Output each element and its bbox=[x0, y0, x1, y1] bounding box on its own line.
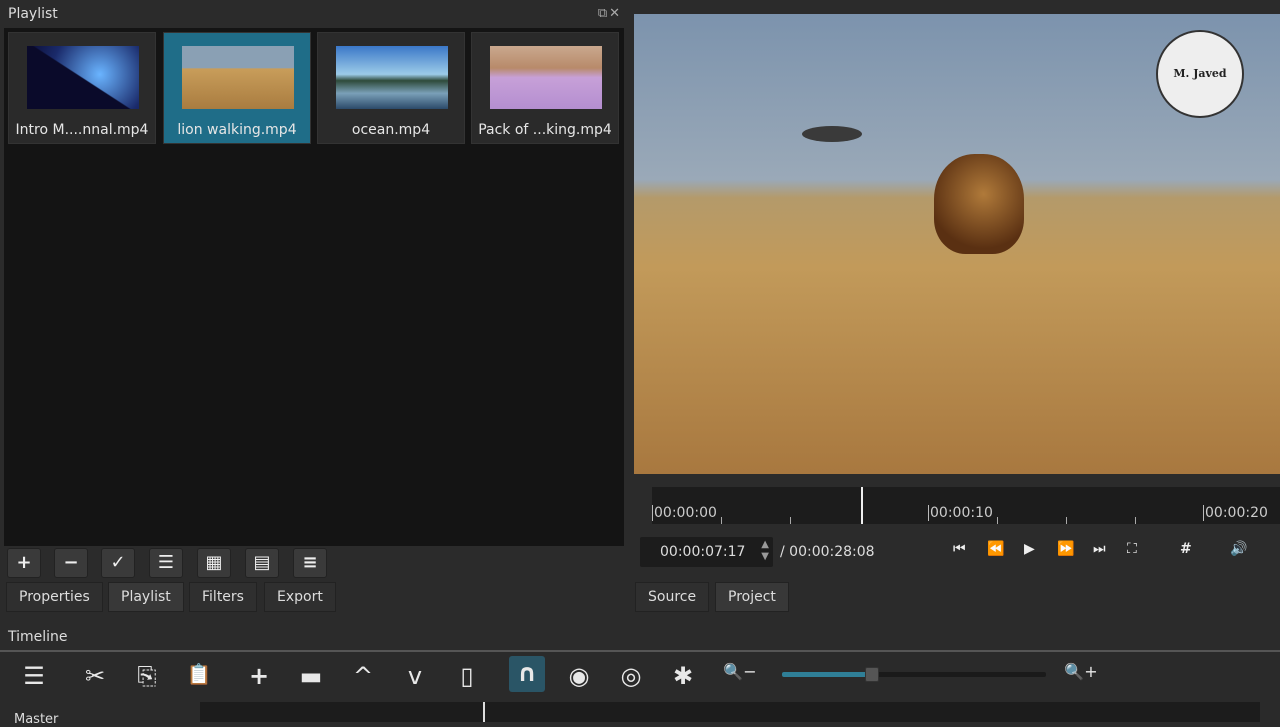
timeline-title: Timeline bbox=[8, 629, 68, 645]
tab-export[interactable]: Export bbox=[264, 582, 336, 612]
clip-thumbnail bbox=[27, 46, 139, 109]
scrub-icon[interactable]: ◉ bbox=[561, 662, 597, 690]
video-preview[interactable]: M. Javed bbox=[634, 14, 1280, 474]
tree-figure bbox=[802, 126, 862, 142]
split-icon[interactable]: ▯ bbox=[449, 662, 485, 690]
paste-icon[interactable]: 📋 bbox=[181, 662, 217, 686]
tab-filters[interactable]: Filters bbox=[189, 582, 257, 612]
zoom-in-icon[interactable]: 🔍+ bbox=[1063, 662, 1099, 681]
lion-figure bbox=[934, 154, 1024, 254]
clip-label: ocean.mp4 bbox=[351, 122, 431, 138]
playlist-area: Intro M....nnal.mp4 lion walking.mp4 oce… bbox=[4, 28, 624, 546]
channel-logo: M. Javed bbox=[1156, 30, 1244, 118]
play-button[interactable]: ▶ bbox=[1024, 541, 1035, 557]
update-button[interactable]: ✓ bbox=[101, 548, 135, 578]
player-ruler[interactable]: 00:00:00 00:00:10 00:00:20 bbox=[652, 487, 1280, 524]
playlist-clip[interactable]: Pack of ...king.mp4 bbox=[471, 32, 619, 144]
append-icon[interactable]: + bbox=[241, 662, 277, 690]
remove-button[interactable]: − bbox=[54, 548, 88, 578]
tiles-view-button[interactable]: ▦ bbox=[197, 548, 231, 578]
playhead[interactable] bbox=[861, 487, 863, 524]
icons-view-button[interactable]: ▤ bbox=[245, 548, 279, 578]
timeline-menu-icon[interactable]: ☰ bbox=[16, 662, 52, 690]
tab-playlist[interactable]: Playlist bbox=[108, 582, 184, 612]
timecode-spinner[interactable]: ▲ ▼ bbox=[761, 539, 769, 563]
ruler-label: 00:00:20 bbox=[1203, 505, 1268, 521]
tab-project[interactable]: Project bbox=[715, 582, 789, 612]
playlist-title: Playlist bbox=[8, 6, 58, 22]
playlist-clip[interactable]: Intro M....nnal.mp4 bbox=[8, 32, 156, 144]
rewind-button[interactable]: ⏪ bbox=[987, 541, 1004, 557]
tab-properties[interactable]: Properties bbox=[6, 582, 103, 612]
zoom-toggle-button[interactable]: ⛶ bbox=[1127, 541, 1137, 557]
fast-forward-button[interactable]: ⏩ bbox=[1057, 541, 1074, 557]
ripple-icon[interactable]: ◎ bbox=[613, 662, 649, 690]
cut-icon[interactable]: ✂ bbox=[77, 662, 113, 690]
zoom-slider[interactable] bbox=[782, 667, 1046, 682]
clip-label: Intro M....nnal.mp4 bbox=[15, 122, 149, 138]
volume-button[interactable]: 🔊 bbox=[1230, 541, 1247, 557]
clip-label: lion walking.mp4 bbox=[177, 122, 297, 138]
clip-thumbnail bbox=[336, 46, 448, 109]
skip-start-button[interactable]: ⏮ bbox=[953, 541, 966, 557]
zoom-slider-fill bbox=[782, 672, 872, 677]
playlist-panel: Playlist ⧉✕ Intro M....nnal.mp4 lion wal… bbox=[0, 0, 626, 580]
zoom-out-icon[interactable]: 🔍− bbox=[722, 662, 758, 681]
clip-thumbnail bbox=[490, 46, 602, 109]
zoom-slider-handle[interactable] bbox=[864, 667, 879, 682]
lift-icon[interactable]: ^ bbox=[345, 662, 381, 690]
playlist-clip[interactable]: ocean.mp4 bbox=[317, 32, 465, 144]
grid-button[interactable]: # bbox=[1180, 541, 1192, 557]
overwrite-icon[interactable]: ▬ bbox=[293, 662, 329, 690]
current-time: 00:00:07:17 bbox=[660, 544, 746, 560]
skip-end-button[interactable]: ⏭ bbox=[1093, 541, 1106, 557]
playlist-menu-button[interactable]: ≡ bbox=[293, 548, 327, 578]
timeline-playhead[interactable] bbox=[483, 702, 485, 722]
timeline-panel: ☰ ✂ ⎘ 📋 + ▬ ^ v ▯ ∩ ◉ ◎ ✱ 🔍− 🔍+ Master bbox=[0, 650, 1280, 727]
clip-thumbnail bbox=[182, 46, 294, 109]
copy-icon[interactable]: ⎘ bbox=[129, 662, 165, 690]
clip-label: Pack of ...king.mp4 bbox=[478, 122, 612, 138]
ruler-label: 00:00:00 bbox=[652, 505, 717, 521]
timeline-ruler[interactable] bbox=[200, 702, 1260, 722]
panel-float-close-icons[interactable]: ⧉✕ bbox=[598, 6, 622, 21]
snap-icon[interactable]: ∩ bbox=[509, 656, 545, 692]
add-button[interactable]: + bbox=[7, 548, 41, 578]
tab-source[interactable]: Source bbox=[635, 582, 710, 612]
playlist-clip-selected[interactable]: lion walking.mp4 bbox=[163, 32, 311, 144]
details-view-button[interactable]: ☰ bbox=[149, 548, 183, 578]
total-duration: / 00:00:28:08 bbox=[780, 544, 875, 560]
ruler-label: 00:00:10 bbox=[928, 505, 993, 521]
timecode-input[interactable]: 00:00:07:17 ▲ ▼ bbox=[640, 537, 773, 567]
overwrite-down-icon[interactable]: v bbox=[397, 662, 433, 690]
ripple-all-tracks-icon[interactable]: ✱ bbox=[665, 662, 701, 690]
